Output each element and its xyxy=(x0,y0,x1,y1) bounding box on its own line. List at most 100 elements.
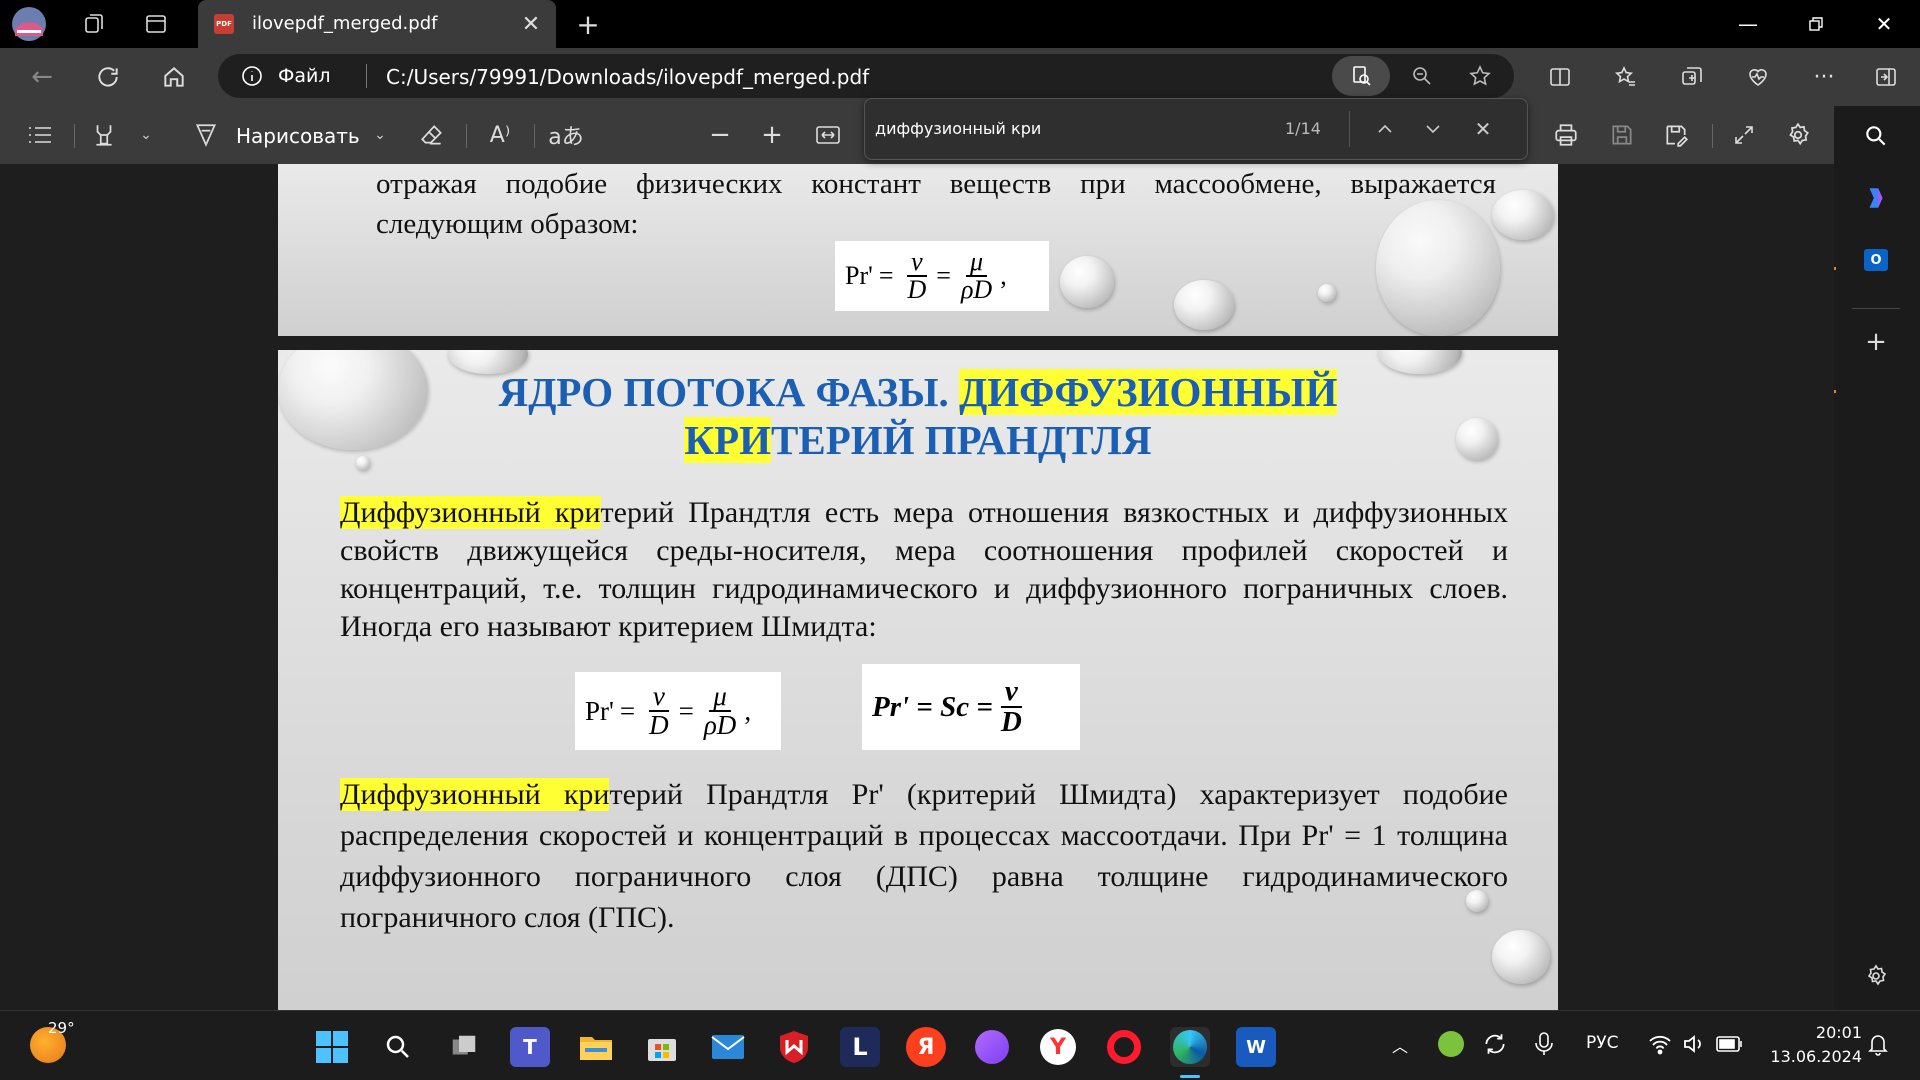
refresh-icon[interactable] xyxy=(88,57,128,97)
minimize-icon[interactable]: — xyxy=(1716,0,1780,48)
edge-icon[interactable] xyxy=(1170,1027,1210,1067)
word-icon[interactable]: W xyxy=(1236,1027,1276,1067)
task-view-icon[interactable] xyxy=(444,1027,484,1067)
windows-start-icon[interactable] xyxy=(312,1027,352,1067)
file-explorer-icon[interactable] xyxy=(576,1027,616,1067)
formula-lhs: Pr' xyxy=(845,261,873,290)
edge-sidebar: O + xyxy=(1836,106,1920,1010)
tray-app-icon[interactable] xyxy=(1438,1031,1464,1057)
outlook-icon[interactable]: O xyxy=(1856,240,1896,280)
highlight-dropdown-icon[interactable]: ⌄ xyxy=(126,115,166,155)
slide2-paragraph-1: Диффузионный критерий Прандтля есть мера… xyxy=(340,494,1508,646)
formula-eq: = xyxy=(619,695,636,726)
sync-icon[interactable] xyxy=(1482,1031,1508,1061)
translate-icon[interactable]: aあ xyxy=(546,115,586,155)
contents-list-icon[interactable] xyxy=(20,115,60,155)
workspaces-icon[interactable] xyxy=(74,4,114,44)
draw-icon[interactable] xyxy=(186,115,226,155)
favorite-star-icon[interactable] xyxy=(1468,64,1492,92)
clock[interactable]: 20:01 13.06.2024 xyxy=(1762,1021,1862,1069)
info-icon[interactable] xyxy=(240,64,264,92)
profile-avatar[interactable] xyxy=(6,4,52,44)
taskbar-search-icon[interactable] xyxy=(378,1027,418,1067)
wifi-icon[interactable] xyxy=(1648,1033,1672,1059)
restore-icon[interactable] xyxy=(1784,0,1848,48)
zoom-icon[interactable] xyxy=(1410,64,1434,92)
close-window-icon[interactable]: ✕ xyxy=(1852,0,1916,48)
formula-eq: = xyxy=(936,261,951,290)
water-drop-decoration xyxy=(1376,200,1500,336)
fit-width-icon[interactable] xyxy=(808,115,848,155)
find-close-icon[interactable]: ✕ xyxy=(1465,111,1501,147)
microsoft-store-icon[interactable] xyxy=(642,1027,682,1067)
find-next-icon[interactable] xyxy=(1415,111,1451,147)
teams-icon[interactable]: T xyxy=(510,1027,550,1067)
sidebar-add-icon[interactable]: + xyxy=(1856,322,1896,362)
highlight-icon[interactable] xyxy=(84,115,124,155)
pdf-viewer[interactable]: отражая подобие физических констант веще… xyxy=(0,164,1836,1010)
vertical-tabs-icon[interactable] xyxy=(136,4,176,44)
title-highlight: КРИ xyxy=(684,417,772,463)
kaspersky-icon[interactable] xyxy=(774,1027,814,1067)
formula-eq: = xyxy=(878,261,894,290)
formula-fraction: μ ρD xyxy=(700,683,740,739)
find-in-document-box: 1/14 ✕ xyxy=(864,98,1528,160)
browser-essentials-icon[interactable] xyxy=(1738,57,1778,97)
print-icon[interactable] xyxy=(1546,115,1586,155)
find-input[interactable] xyxy=(875,113,1275,143)
zoom-in-icon[interactable]: + xyxy=(752,115,792,155)
scheme-label: Файл xyxy=(278,65,331,87)
pdf-settings-icon[interactable] xyxy=(1778,115,1818,155)
mail-icon[interactable] xyxy=(708,1027,748,1067)
formula-comma: , xyxy=(744,695,752,726)
close-tab-icon[interactable]: ✕ xyxy=(516,8,546,40)
volume-icon[interactable] xyxy=(1682,1033,1706,1059)
opera-icon[interactable] xyxy=(1104,1027,1144,1067)
sidebar-settings-icon[interactable] xyxy=(1856,956,1896,996)
fullscreen-icon[interactable] xyxy=(1724,115,1764,155)
address-bar[interactable]: Файл C:/Users/79991/Downloads/ilovepdf_m… xyxy=(218,54,1514,98)
home-icon[interactable] xyxy=(154,57,194,97)
save-icon[interactable] xyxy=(1602,115,1642,155)
favorites-icon[interactable] xyxy=(1606,57,1646,97)
active-tab[interactable]: PDF ilovepdf_merged.pdf ✕ xyxy=(198,0,556,48)
draw-dropdown-icon[interactable]: ⌄ xyxy=(360,115,400,155)
find-on-page-icon[interactable] xyxy=(1332,56,1390,96)
pdf-file-icon: PDF xyxy=(214,14,234,34)
back-icon[interactable]: ← xyxy=(22,57,62,97)
yandex-icon[interactable]: Я xyxy=(906,1027,946,1067)
split-screen-icon[interactable] xyxy=(1540,57,1580,97)
weather-temp: 29° xyxy=(48,1019,75,1037)
water-drop-decoration xyxy=(1492,930,1550,984)
url-text[interactable]: C:/Users/79991/Downloads/ilovepdf_merged… xyxy=(386,65,869,89)
alice-icon[interactable] xyxy=(972,1027,1012,1067)
language-indicator[interactable]: РУС xyxy=(1586,1033,1618,1053)
notifications-icon[interactable] xyxy=(1866,1031,1890,1061)
lingualeo-icon[interactable]: L xyxy=(840,1027,880,1067)
more-options-icon[interactable]: ··· xyxy=(1804,57,1844,97)
yandex-browser-icon[interactable]: Y xyxy=(1038,1027,1078,1067)
microphone-icon[interactable] xyxy=(1532,1031,1556,1061)
numerator: ν xyxy=(648,683,669,712)
save-as-icon[interactable] xyxy=(1656,115,1696,155)
find-previous-icon[interactable] xyxy=(1367,111,1403,147)
draw-label[interactable]: Нарисовать xyxy=(236,124,360,148)
battery-icon[interactable] xyxy=(1716,1035,1744,1057)
find-divider xyxy=(1349,111,1350,147)
toolbar-divider xyxy=(1712,124,1713,148)
numerator: μ xyxy=(966,249,988,277)
collections-icon[interactable] xyxy=(1672,57,1712,97)
eraser-icon[interactable] xyxy=(412,115,452,155)
tray-overflow-icon[interactable]: ︿ xyxy=(1392,1033,1408,1057)
new-tab-icon[interactable]: + xyxy=(568,4,608,44)
copilot-icon[interactable] xyxy=(1856,178,1896,218)
denominator: D xyxy=(649,710,669,740)
denominator: ρD xyxy=(960,275,993,304)
sidebar-toggle-icon[interactable] xyxy=(1866,57,1906,97)
numerator: ν xyxy=(907,249,927,277)
slide2-paragraph-2: Диффузионный критерий Прандтля Pr' (крит… xyxy=(340,774,1508,938)
sidebar-search-icon[interactable] xyxy=(1856,116,1896,156)
read-aloud-icon[interactable]: A⁾ xyxy=(480,115,520,155)
slide1-line2: следующим образом: xyxy=(376,208,639,240)
zoom-out-icon[interactable]: − xyxy=(700,115,740,155)
